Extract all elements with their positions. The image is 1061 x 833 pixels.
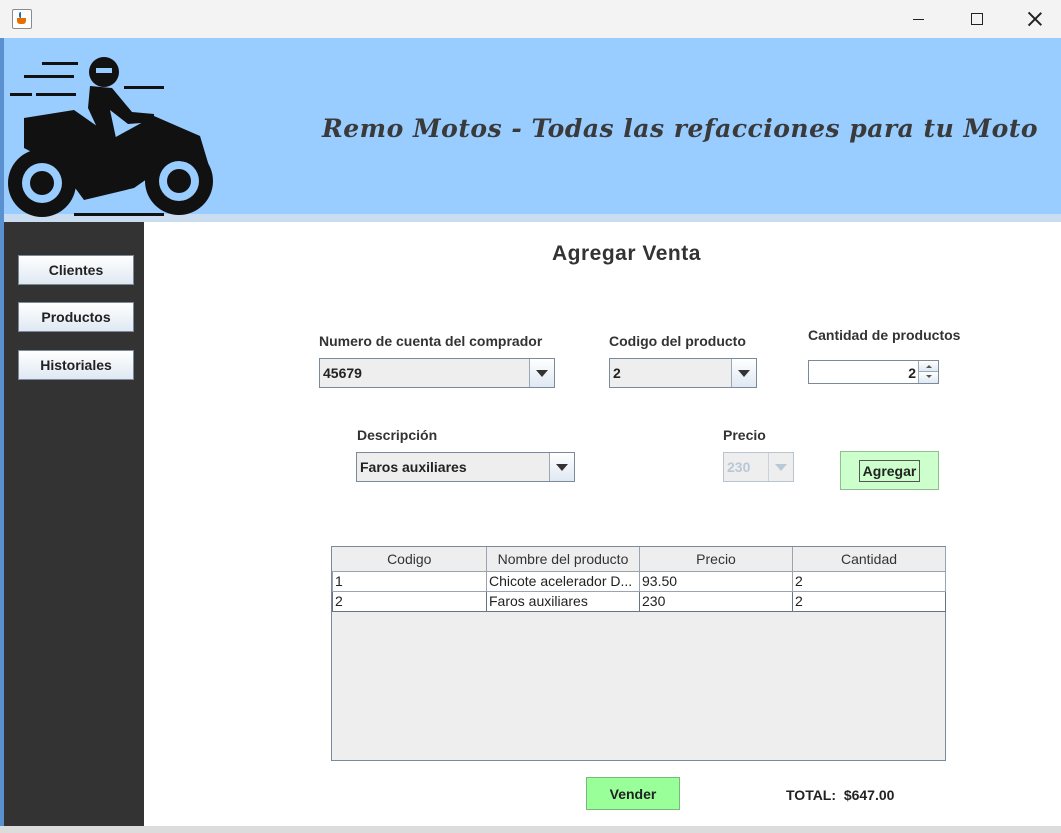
cuenta-dropdown-button[interactable] (529, 359, 554, 387)
codigo-combobox[interactable]: 2 (609, 358, 757, 388)
window-bottom-edge (0, 826, 1061, 833)
cell-cantidad[interactable]: 2 (792, 570, 946, 592)
table-header-row: Codigo Nombre del producto Precio Cantid… (332, 547, 946, 572)
column-header-cantidad[interactable]: Cantidad (792, 547, 946, 572)
maximize-button[interactable] (948, 0, 1006, 38)
total-label: TOTAL: (786, 787, 837, 803)
precio-value: 230 (727, 459, 751, 475)
total-value: $647.00 (843, 787, 895, 803)
descripcion-dropdown-button[interactable] (549, 453, 574, 481)
descripcion-label: Descripción (357, 427, 438, 443)
chevron-down-icon (738, 370, 750, 377)
banner-title: Remo Motos - Todas las refacciones para … (322, 114, 1039, 143)
cell-codigo[interactable]: 2 (332, 590, 487, 612)
chevron-down-icon (926, 375, 932, 378)
codigo-label: Codigo del producto (609, 333, 746, 349)
cell-precio[interactable]: 230 (639, 590, 793, 612)
chevron-down-icon (556, 464, 568, 471)
minimize-icon (912, 18, 924, 20)
vender-button[interactable]: Vender (586, 777, 680, 810)
spinner-down-button[interactable] (918, 372, 938, 383)
motorcycle-rider-logo (8, 57, 213, 217)
table-row[interactable]: 1 Chicote acelerador D... 93.50 2 (332, 570, 946, 592)
cantidad-value: 2 (908, 365, 916, 381)
close-button[interactable] (1006, 0, 1061, 38)
agregar-button[interactable]: Agregar (840, 451, 939, 490)
column-header-codigo[interactable]: Codigo (332, 547, 487, 572)
chevron-down-icon (536, 370, 548, 377)
maximize-icon (971, 13, 983, 25)
minimize-button[interactable] (889, 0, 947, 38)
chevron-down-icon (775, 464, 787, 471)
total-display: TOTAL: $647.00 (786, 787, 894, 803)
sidebar-item-clientes[interactable]: Clientes (18, 255, 134, 285)
chevron-up-icon (926, 365, 932, 368)
spinner-up-button[interactable] (918, 361, 938, 372)
cuenta-combobox[interactable]: 45679 (319, 358, 555, 388)
window-titlebar (0, 0, 1061, 38)
table-row[interactable]: 2 Faros auxiliares 230 2 (332, 590, 946, 612)
cell-codigo[interactable]: 1 (332, 570, 487, 592)
sidebar-item-historiales[interactable]: Historiales (18, 350, 134, 380)
close-icon (1028, 12, 1042, 26)
descripcion-value: Faros auxiliares (360, 459, 467, 475)
descripcion-combobox[interactable]: Faros auxiliares (356, 452, 575, 482)
cell-cantidad[interactable]: 2 (792, 590, 946, 612)
sidebar-item-productos[interactable]: Productos (18, 302, 134, 332)
page-title: Agregar Venta (552, 242, 701, 265)
column-header-precio[interactable]: Precio (639, 547, 793, 572)
java-cup-icon[interactable] (12, 9, 32, 29)
cell-nombre[interactable]: Faros auxiliares (486, 590, 640, 612)
agregar-button-label: Agregar (858, 459, 921, 482)
cell-precio[interactable]: 93.50 (639, 570, 793, 592)
column-header-nombre[interactable]: Nombre del producto (486, 547, 640, 572)
precio-dropdown-button (768, 453, 793, 481)
cuenta-value: 45679 (323, 365, 362, 381)
precio-combobox: 230 (723, 452, 794, 482)
codigo-dropdown-button[interactable] (731, 359, 756, 387)
cell-nombre[interactable]: Chicote acelerador D... (486, 570, 640, 592)
cantidad-spinner[interactable]: 2 (808, 360, 939, 384)
cantidad-label: Cantidad de productos (808, 327, 961, 343)
codigo-value: 2 (613, 365, 621, 381)
products-table[interactable]: Codigo Nombre del producto Precio Cantid… (331, 546, 946, 761)
precio-label: Precio (723, 427, 766, 443)
cuenta-label: Numero de cuenta del comprador (319, 333, 543, 349)
